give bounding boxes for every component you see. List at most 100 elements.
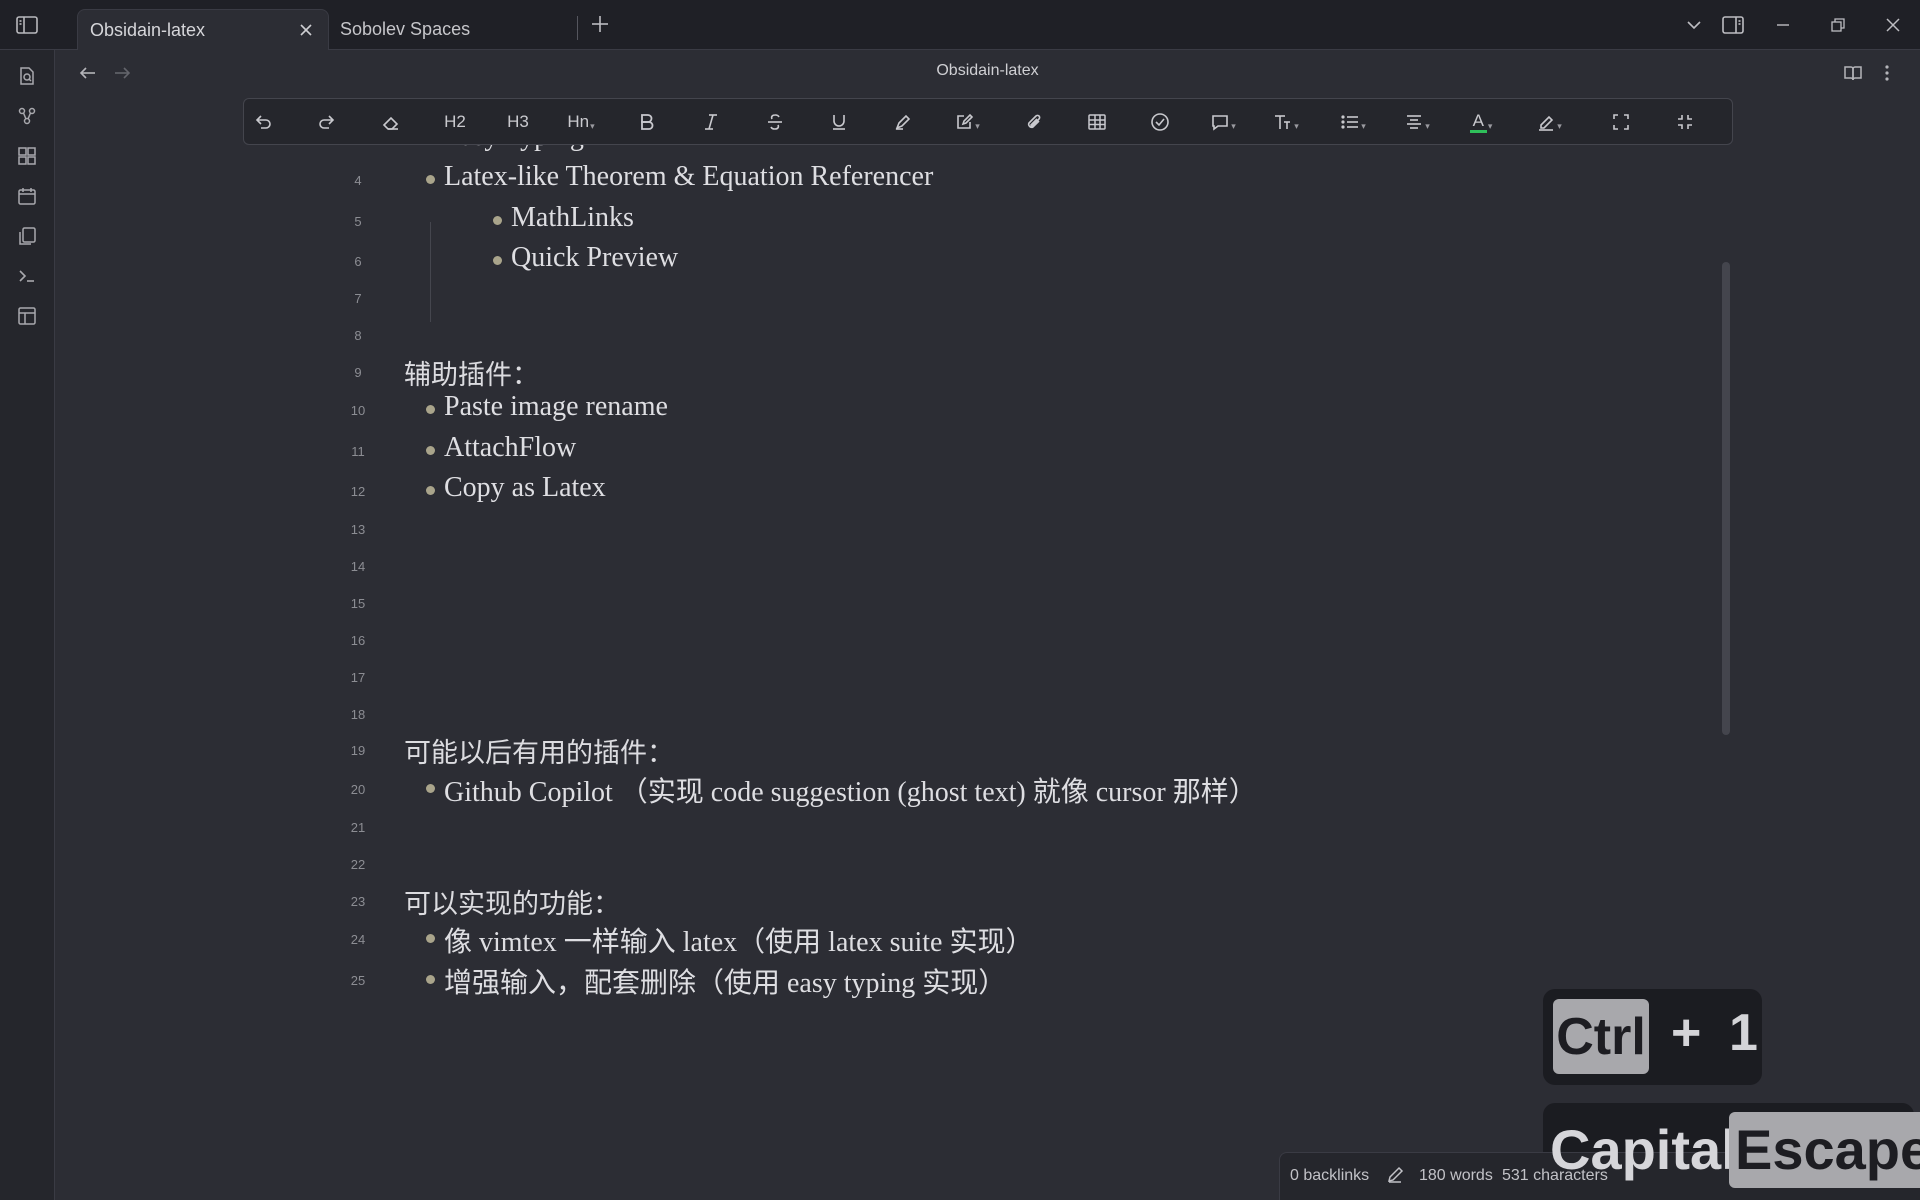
editor-line[interactable]: 13: [55, 510, 1725, 550]
list-icon[interactable]: ▾: [1338, 108, 1368, 136]
bold-icon[interactable]: [632, 108, 662, 136]
reading-view-book-icon[interactable]: [1842, 62, 1864, 84]
strikethrough-icon[interactable]: [760, 108, 790, 136]
open-quick-switcher-icon[interactable]: [15, 64, 39, 88]
editor-line[interactable]: 20 Github Copilot （实现 code suggestion (gh…: [55, 770, 1725, 810]
text-size-icon[interactable]: ▾: [1271, 108, 1301, 136]
tab-label: Obsidain-latex: [90, 19, 206, 40]
keystroke-capital: Capital: [1550, 1118, 1737, 1181]
editor-line[interactable]: 14: [55, 547, 1725, 587]
bullet-marker[interactable]: [426, 975, 435, 984]
obsidian-window: Obsidain-latex Sobolev Spaces Obsidain-l…: [0, 0, 1920, 1200]
editor-line[interactable]: 5 MathLinks: [55, 202, 1725, 242]
bullet-marker[interactable]: [426, 175, 435, 184]
hn-icon[interactable]: Hn ▾: [566, 108, 596, 136]
edit-icon[interactable]: ▾: [952, 108, 982, 136]
exit-fullscreen-icon[interactable]: [1670, 108, 1700, 136]
close-window-icon[interactable]: [1882, 14, 1904, 36]
line-number: 24: [350, 932, 366, 947]
font-color-icon[interactable]: A ▾: [1466, 108, 1496, 136]
editor-line[interactable]: 3 Easy Typing: [55, 145, 1725, 161]
italic-icon[interactable]: [696, 108, 726, 136]
editor-line[interactable]: 8: [55, 316, 1725, 356]
editor-line[interactable]: 12 Copy as Latex: [55, 472, 1725, 512]
list-item-text: Quick Preview: [511, 242, 679, 273]
fullscreen-icon[interactable]: [1606, 108, 1636, 136]
editor-line[interactable]: 10 Paste image rename: [55, 391, 1725, 431]
table-icon[interactable]: [1082, 108, 1112, 136]
sidebar-toggle-icon[interactable]: [14, 13, 40, 37]
minimize-icon[interactable]: [1772, 14, 1794, 36]
backlinks-count[interactable]: 0 backlinks: [1290, 1167, 1369, 1185]
undo-icon[interactable]: [248, 108, 278, 136]
restore-icon[interactable]: [1827, 14, 1849, 36]
redo-icon[interactable]: [312, 108, 342, 136]
bullet-marker[interactable]: [426, 934, 435, 943]
bullet-marker[interactable]: [426, 784, 435, 793]
editor-line[interactable]: 17: [55, 658, 1725, 698]
editor-line[interactable]: 24 像 vimtex 一样输入 latex（使用 latex suite 实现）: [55, 920, 1725, 960]
close-tab-icon[interactable]: [296, 20, 316, 40]
editor-line[interactable]: 18: [55, 695, 1725, 735]
comment-icon[interactable]: ▾: [1208, 108, 1238, 136]
title-bar: Obsidain-latex Sobolev Spaces: [0, 0, 1920, 50]
list-item-text: Paste image rename: [444, 391, 668, 422]
line-number: 15: [350, 596, 366, 611]
editor-line[interactable]: 16: [55, 621, 1725, 661]
line-number: 3: [338, 145, 378, 148]
bullet-marker[interactable]: [493, 216, 502, 225]
line-number: 25: [350, 973, 366, 988]
view-title[interactable]: Obsidain-latex: [860, 62, 1115, 80]
checkbox-icon[interactable]: [1145, 108, 1175, 136]
canvas-grid-icon[interactable]: [15, 144, 39, 168]
editor-line[interactable]: 19 可能以后有用的插件：: [55, 731, 1725, 771]
layout-icon[interactable]: [15, 304, 39, 328]
editor-line[interactable]: 6 Quick Preview: [55, 242, 1725, 282]
editor-line[interactable]: 21: [55, 808, 1725, 848]
editor-content[interactable]: 3 Easy Typing 4 Latex-like Theorem & Equati…: [55, 145, 1725, 1200]
back-arrow-icon[interactable]: [77, 62, 99, 84]
more-options-icon[interactable]: [1876, 62, 1898, 84]
highlighter-icon[interactable]: [888, 108, 918, 136]
editor-line[interactable]: 9 辅助插件：: [55, 353, 1725, 393]
templates-copy-icon[interactable]: [15, 224, 39, 248]
editor-line[interactable]: 4 Latex-like Theorem & Equation Reference…: [55, 161, 1725, 201]
line-number: 22: [350, 857, 366, 872]
tab-list-chevron-down-icon[interactable]: [1683, 14, 1705, 36]
section-heading: 可以实现的功能：: [404, 889, 620, 920]
editor-scrollbar[interactable]: [1722, 262, 1730, 735]
bullet-marker[interactable]: [426, 486, 435, 495]
bullet-marker[interactable]: [493, 256, 502, 265]
calendar-icon[interactable]: [15, 184, 39, 208]
bullet-marker[interactable]: [426, 446, 435, 455]
edit-mode-pencil-icon[interactable]: [1386, 1166, 1404, 1189]
line-number: 17: [350, 670, 366, 685]
forward-arrow-icon[interactable]: [111, 62, 133, 84]
new-tab-icon[interactable]: [590, 14, 612, 36]
attachment-icon[interactable]: [1019, 108, 1049, 136]
left-ribbon: [0, 50, 55, 1200]
list-item-text: AttachFlow: [444, 432, 577, 463]
line-number: 16: [350, 633, 366, 648]
h3-icon[interactable]: H3: [503, 108, 533, 136]
eraser-icon[interactable]: [376, 108, 406, 136]
command-palette-icon[interactable]: [15, 264, 39, 288]
h2-icon[interactable]: H2: [440, 108, 470, 136]
tab-obsidain-latex[interactable]: Obsidain-latex: [77, 9, 329, 50]
tab-sobolev-spaces[interactable]: Sobolev Spaces: [328, 9, 578, 50]
editor-line[interactable]: 22: [55, 845, 1725, 885]
line-number: 23: [350, 894, 366, 909]
editing-toolbar: H2 H3 Hn ▾ ▾ ▾ ▾ ▾ ▾ A ▾ ▾: [243, 98, 1733, 145]
align-icon[interactable]: ▾: [1402, 108, 1432, 136]
word-count: 180 words: [1419, 1167, 1493, 1184]
editor-line[interactable]: 25 增强输入，配套删除（使用 easy typing 实现）: [55, 961, 1725, 1001]
graph-view-icon[interactable]: [15, 104, 39, 128]
editor-line[interactable]: 15: [55, 584, 1725, 624]
underline-icon[interactable]: [824, 108, 854, 136]
editor-line[interactable]: 7: [55, 279, 1725, 319]
editor-line[interactable]: 23 可以实现的功能：: [55, 882, 1725, 922]
right-sidebar-toggle-icon[interactable]: [1722, 14, 1744, 36]
background-color-icon[interactable]: ▾: [1534, 108, 1564, 136]
editor-line[interactable]: 11 AttachFlow: [55, 432, 1725, 472]
bullet-marker[interactable]: [426, 405, 435, 414]
